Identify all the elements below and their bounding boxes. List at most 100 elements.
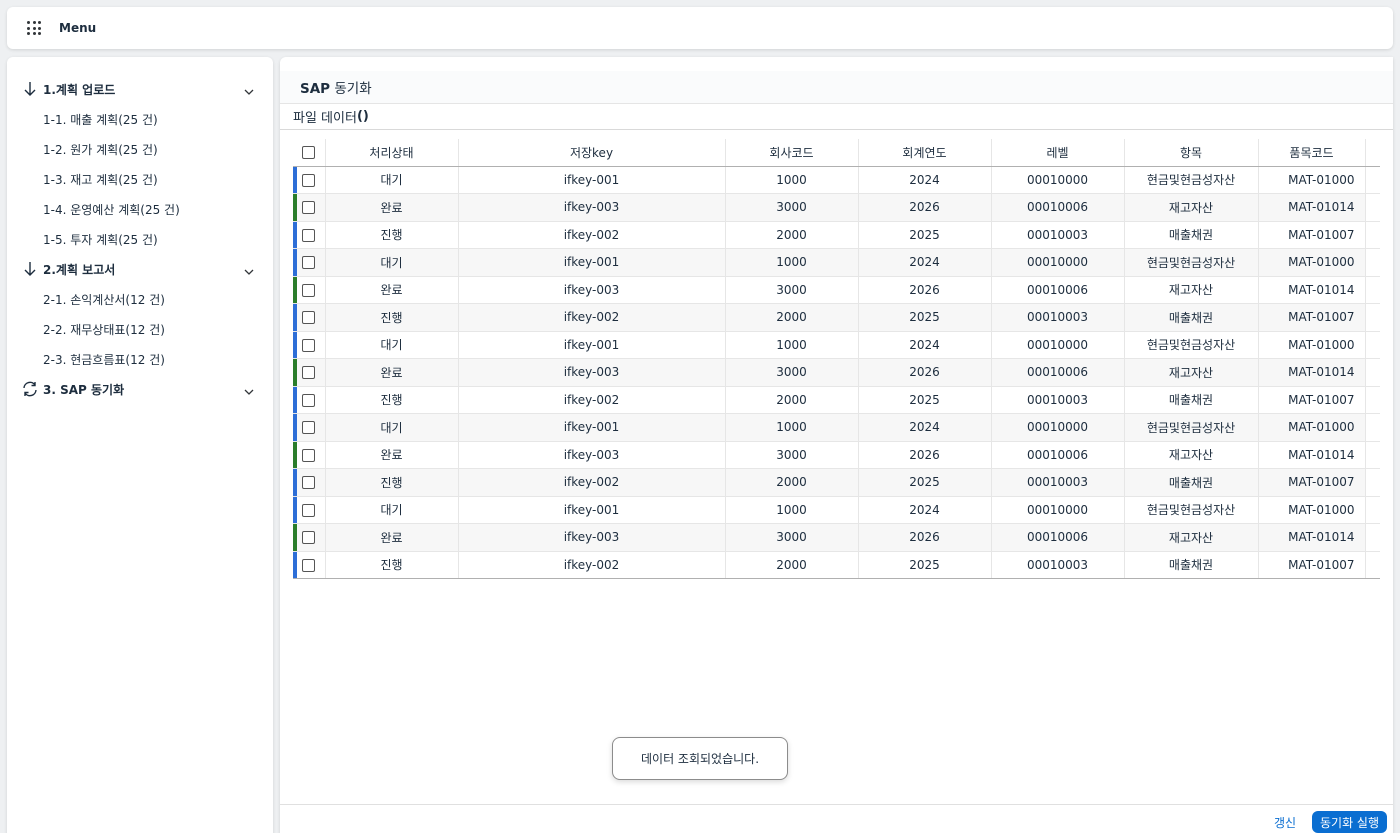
chevron-down-icon[interactable]	[243, 383, 255, 395]
row-checkbox[interactable]	[302, 448, 316, 462]
sidebar-item[interactable]: 1-2. 원가 계획(25 건)	[7, 134, 273, 164]
row-checkbox[interactable]	[302, 393, 316, 407]
table-row[interactable]: 대기 ifkey-001 1000 2024 00010000 현금및현금성자산 MAT-0…	[293, 413, 1380, 442]
row-checkbox[interactable]	[302, 476, 316, 490]
table-cell: ifkey-001	[458, 413, 726, 442]
row-spacer	[1365, 468, 1380, 497]
table-row[interactable]: 대기 ifkey-001 1000 2024 00010000 현금및현금성자산 MAT-0…	[293, 331, 1380, 359]
sidebar-item[interactable]: 2-2. 재무상태표(12 건)	[7, 314, 273, 344]
table-row[interactable]: 완료 ifkey-003 3000 2026 00010006 재고자산 MAT-01014	[293, 358, 1380, 387]
table-cell: 진행	[325, 221, 459, 249]
row-checkbox[interactable]	[302, 503, 316, 517]
table-row[interactable]: 대기 ifkey-001 1000 2024 00010000 현금및현금성자산 MAT-0…	[293, 166, 1380, 194]
row-select-cell	[293, 276, 326, 304]
table-cell: ifkey-001	[458, 248, 726, 277]
table-cell: 현금및현금성자산	[1124, 331, 1259, 359]
row-select-cell	[293, 358, 326, 387]
sidebar-group-2[interactable]: 2.계획 보고서	[7, 254, 273, 284]
table-cell: MAT-01014	[1258, 193, 1366, 222]
sidebar-item[interactable]: 1-3. 재고 계획(25 건)	[7, 164, 273, 194]
sync-execute-button[interactable]: 동기화 실행	[1312, 811, 1387, 833]
table-row[interactable]: 진행 ifkey-002 2000 2025 00010003 매출채권 MAT-01007	[293, 386, 1380, 414]
column-header[interactable]: 항목	[1124, 139, 1259, 167]
sidebar-item[interactable]: 1-4. 운영예산 계획(25 건)	[7, 194, 273, 224]
table-row[interactable]: 완료 ifkey-003 3000 2026 00010006 재고자산 MAT-01014	[293, 441, 1380, 469]
toast-message: 데이터 조회되었습니다.	[612, 737, 788, 780]
table-cell: 2025	[858, 468, 992, 497]
table-cell: 2026	[858, 276, 992, 304]
table-cell: MAT-01007	[1258, 303, 1366, 332]
refresh-button[interactable]: 갱신	[1274, 814, 1296, 831]
row-checkbox[interactable]	[302, 558, 316, 572]
select-all-checkbox[interactable]	[302, 146, 316, 160]
row-checkbox[interactable]	[302, 283, 316, 297]
row-spacer	[1365, 193, 1380, 222]
table-cell: 대기	[325, 166, 459, 194]
chevron-down-icon[interactable]	[243, 263, 255, 275]
table-cell: 1000	[725, 248, 859, 277]
section-count: ()	[356, 109, 369, 124]
table-row[interactable]: 완료 ifkey-003 3000 2026 00010006 재고자산 MAT-01014	[293, 193, 1380, 222]
sidebar-item[interactable]: 2-3. 현금흐름표(12 건)	[7, 344, 273, 374]
table-row[interactable]: 대기 ifkey-001 1000 2024 00010000 현금및현금성자산 MAT-0…	[293, 496, 1380, 524]
row-spacer	[1365, 523, 1380, 552]
table-cell: 3000	[725, 441, 859, 469]
table-cell: 현금및현금성자산	[1124, 496, 1259, 524]
row-spacer	[1365, 303, 1380, 332]
table-cell: 00010003	[991, 468, 1125, 497]
row-checkbox[interactable]	[302, 531, 316, 545]
select-all-cell	[293, 139, 326, 167]
table-row[interactable]: 진행 ifkey-002 2000 2025 00010003 매출채권 MAT-01007	[293, 468, 1380, 497]
row-checkbox[interactable]	[302, 256, 316, 270]
table-cell: 완료	[325, 276, 459, 304]
table-cell: 2000	[725, 468, 859, 497]
table-cell: MAT-01014	[1258, 441, 1366, 469]
row-spacer	[1365, 413, 1380, 442]
row-checkbox[interactable]	[302, 228, 316, 242]
row-select-cell	[293, 221, 326, 249]
table-row[interactable]: 완료 ifkey-003 3000 2026 00010006 재고자산 MAT-01014	[293, 523, 1380, 552]
sidebar-group-label: 3. SAP 동기화	[43, 382, 125, 397]
sidebar-item[interactable]: 1-5. 투자 계획(25 건)	[7, 224, 273, 254]
table-row[interactable]: 대기 ifkey-001 1000 2024 00010000 현금및현금성자산 MAT-0…	[293, 248, 1380, 277]
row-checkbox[interactable]	[302, 311, 316, 325]
column-header[interactable]: 품목코드	[1258, 139, 1366, 167]
footer-toolbar: 갱신 동기화 실행	[280, 804, 1393, 833]
row-checkbox[interactable]	[302, 338, 316, 352]
sidebar-group-label: 2.계획 보고서	[43, 262, 116, 277]
table-row[interactable]: 완료 ifkey-003 3000 2026 00010006 재고자산 MAT-01014	[293, 276, 1380, 304]
menu-label[interactable]: Menu	[59, 21, 96, 35]
row-checkbox[interactable]	[302, 201, 316, 215]
column-header[interactable]: 레벨	[991, 139, 1125, 167]
table-cell: 완료	[325, 193, 459, 222]
column-header[interactable]: 저장key	[458, 139, 726, 167]
table-cell: 매출채권	[1124, 303, 1259, 332]
table-cell: MAT-01000	[1258, 166, 1366, 194]
row-spacer	[1365, 276, 1380, 304]
row-checkbox[interactable]	[302, 421, 316, 435]
table-cell: 2000	[725, 551, 859, 579]
table-cell: 매출채권	[1124, 551, 1259, 579]
table-cell: 1000	[725, 331, 859, 359]
column-header[interactable]: 회사코드	[725, 139, 859, 167]
column-header[interactable]: 회계연도	[858, 139, 992, 167]
row-checkbox[interactable]	[302, 173, 316, 187]
table-cell: 진행	[325, 386, 459, 414]
sidebar-group-3[interactable]: 3. SAP 동기화	[7, 374, 273, 404]
sidebar-group-1[interactable]: 1.계획 업로드	[7, 74, 273, 104]
table-cell: ifkey-003	[458, 441, 726, 469]
table-cell: 매출채권	[1124, 386, 1259, 414]
sidebar-item[interactable]: 1-1. 매출 계획(25 건)	[7, 104, 273, 134]
table-cell: 00010000	[991, 496, 1125, 524]
top-bar: Menu	[7, 7, 1393, 49]
table-row[interactable]: 진행 ifkey-002 2000 2025 00010003 매출채권 MAT-01007	[293, 551, 1380, 579]
row-checkbox[interactable]	[302, 366, 316, 380]
table-cell: 완료	[325, 358, 459, 387]
grid-menu-icon[interactable]	[27, 21, 41, 35]
column-header[interactable]: 처리상태	[325, 139, 459, 167]
table-row[interactable]: 진행 ifkey-002 2000 2025 00010003 매출채권 MAT-01007	[293, 303, 1380, 332]
sidebar-item[interactable]: 2-1. 손익계산서(12 건)	[7, 284, 273, 314]
chevron-down-icon[interactable]	[243, 83, 255, 95]
row-spacer	[1365, 386, 1380, 414]
table-row[interactable]: 진행 ifkey-002 2000 2025 00010003 매출채권 MAT-01007	[293, 221, 1380, 249]
